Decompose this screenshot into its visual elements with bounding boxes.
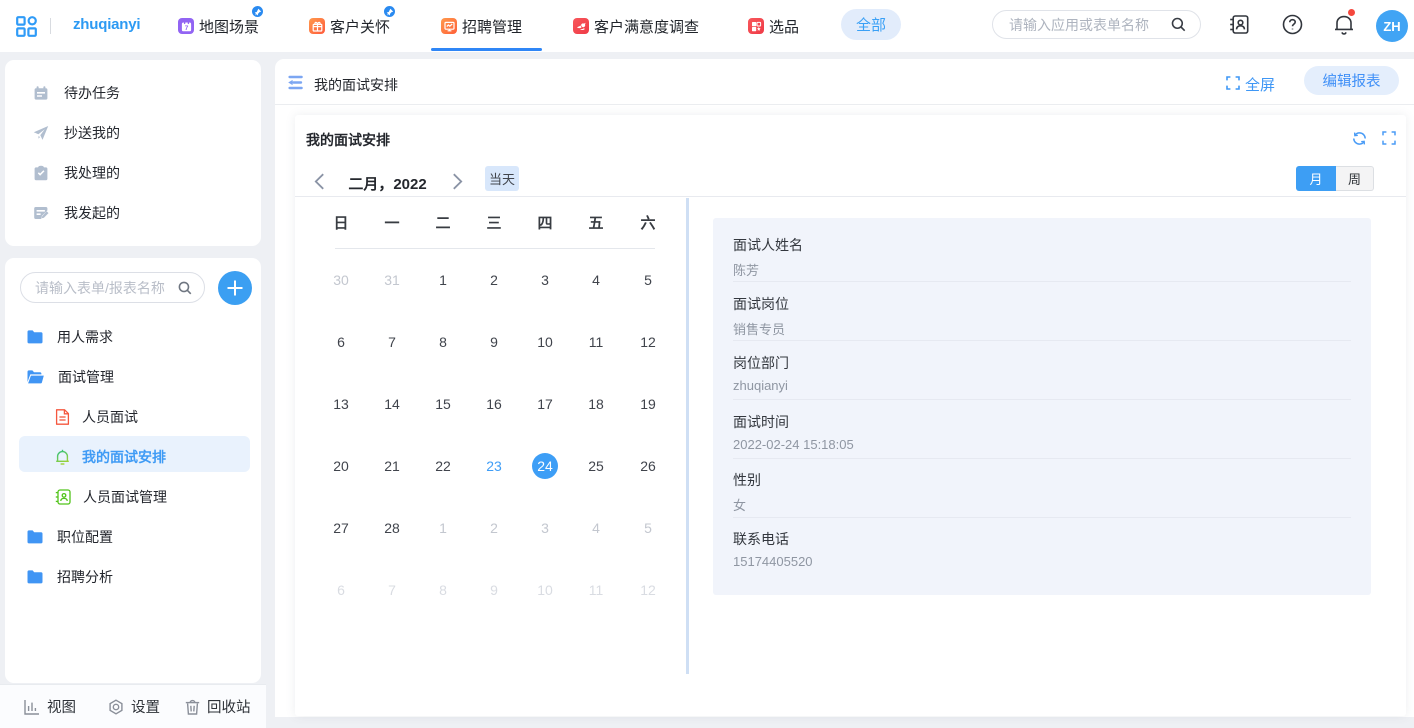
svg-text:7: 7 — [184, 24, 188, 31]
